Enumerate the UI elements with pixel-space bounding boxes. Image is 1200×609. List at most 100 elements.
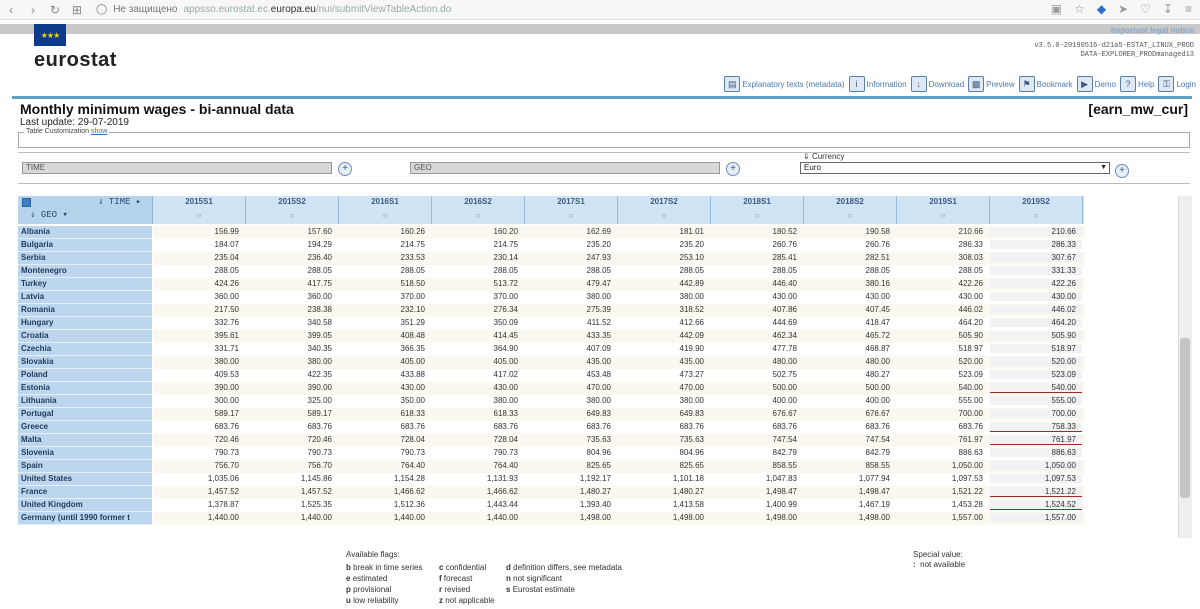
toolbar-preview-button[interactable]: ▩ Preview [968,76,1015,92]
row-label[interactable]: Slovenia [18,447,152,460]
sort-icon[interactable]: ○ [711,211,803,220]
table-cell: 380.00 [679,396,704,405]
heart-icon[interactable]: ♡ [1140,2,1151,16]
sort-icon[interactable]: ○ [525,211,617,220]
row-label[interactable]: Montenegro [18,265,152,278]
row-label[interactable]: United Kingdom [18,499,152,512]
geo-add-button[interactable]: + [726,162,740,176]
camera-icon[interactable]: ▣ [1051,2,1062,16]
column-header[interactable]: 2015S2 [246,197,338,206]
version-info: v3.5.0-20190516-d21a5-ESTAT_LINUX_PROD D… [1034,42,1194,59]
currency-add-button[interactable]: + [1115,164,1129,178]
table-cell: 676.67 [865,409,890,418]
table-cell: 433.88 [400,370,425,379]
table-cell: 1,440.00 [300,513,332,522]
toolbar-download-button[interactable]: ↓ Download [910,76,964,92]
column-header[interactable]: 2016S1 [339,197,431,206]
eurostat-logo[interactable]: eurostat [34,49,117,72]
row-label[interactable]: Spain [18,460,152,473]
row-label[interactable]: Croatia [18,330,152,343]
column-header[interactable]: 2017S1 [525,197,617,206]
row-label[interactable]: Latvia [18,291,152,304]
table-cell: 380.16 [865,279,890,288]
row-label[interactable]: Slovakia [18,356,152,369]
table-cell: 307.67 [990,253,1082,262]
toolbar-information-button[interactable]: i Information [848,76,907,92]
table-cell: 1,498.00 [579,513,611,522]
sort-icon[interactable]: ○ [897,211,989,220]
row-label[interactable]: Germany (until 1990 former t [18,512,152,525]
row-label[interactable]: Lithuania [18,395,152,408]
toolbar-help-button[interactable]: ? Help [1119,76,1154,92]
geo-axis-label[interactable]: ⇓ GEO ▾ [30,210,68,220]
table-cell: 238.38 [307,305,332,314]
sort-icon[interactable]: ○ [432,211,524,220]
download-arrow-icon[interactable]: ↧ [1163,2,1173,16]
row-label[interactable]: Bulgaria [18,239,152,252]
column-header[interactable]: 2019S2 [990,197,1082,206]
table-cell: 790.73 [214,448,239,457]
row-label[interactable]: Greece [18,421,152,434]
table-cell: 235.20 [679,240,704,249]
time-add-button[interactable]: + [338,162,352,176]
table-cell: 649.83 [586,409,611,418]
row-label[interactable]: United States [18,473,152,486]
toolbar-login-button[interactable]: ⚿ Login [1158,76,1196,92]
row-label[interactable]: Turkey [18,278,152,291]
sort-icon[interactable]: ○ [339,211,431,220]
shield-icon[interactable]: ◆ [1097,2,1106,16]
toolbar-metadata-button[interactable]: ▤ Explanatory texts (metadata) [724,76,845,92]
table-cell: 462.34 [772,331,797,340]
table-cell: 1,050.00 [951,461,983,470]
row-label[interactable]: Malta [18,434,152,447]
geo-dimension-box[interactable]: GEO [410,162,720,174]
row-label[interactable]: Estonia [18,382,152,395]
reload-icon[interactable]: ↻ [44,3,66,17]
sort-icon[interactable]: ○ [618,211,710,220]
send-icon[interactable]: ➤ [1118,2,1128,16]
show-customization-link[interactable]: show [91,128,107,135]
column-header[interactable]: 2015S1 [153,197,245,206]
column-header[interactable]: 2018S1 [711,197,803,206]
currency-select[interactable]: Euro ▼ [800,162,1110,174]
legal-notice-link[interactable]: Important legal notice [1111,26,1194,35]
table-cell: 1,498.47 [765,487,797,496]
sort-icon[interactable]: ○ [153,211,245,220]
table-cell: 286.33 [990,240,1082,249]
column-header[interactable]: 2019S1 [897,197,989,206]
back-icon[interactable]: ‹ [0,3,22,17]
row-label[interactable]: Serbia [18,252,152,265]
forward-icon[interactable]: › [22,3,44,17]
menu-icon[interactable]: ≡ [1185,2,1192,16]
url-text[interactable]: appsso.eurostat.ec.europa.eu/nui/submitV… [184,4,452,15]
sort-icon[interactable]: ○ [990,211,1082,220]
sort-icon[interactable]: ○ [246,211,338,220]
time-axis-label[interactable]: ⇓ TIME ▸ [98,197,141,207]
column-header[interactable]: 2016S2 [432,197,524,206]
table-cell: 505.90 [958,331,983,340]
row-label[interactable]: Hungary [18,317,152,330]
column-header[interactable]: 2018S2 [804,197,896,206]
star-icon[interactable]: ☆ [1074,2,1085,16]
toolbar-demo-button[interactable]: ▶ Demo [1076,76,1116,92]
scrollbar-thumb[interactable] [1180,338,1190,498]
table-cell: 1,101.18 [672,474,704,483]
sort-icon[interactable]: ○ [804,211,896,220]
toolbar-bookmark-button[interactable]: ⚑ Bookmark [1018,76,1073,92]
row-label[interactable]: Albania [18,226,152,239]
table-cell: 288.05 [493,266,518,275]
table-cell: 1,393.40 [579,500,611,509]
row-label[interactable]: Poland [18,369,152,382]
flags-title: Available flags: [346,550,400,559]
table-cell: 366.35 [400,344,425,353]
address-bar[interactable]: ◯ Не защищено appsso.eurostat.ec.europa.… [96,4,451,15]
row-label[interactable]: Portugal [18,408,152,421]
row-label[interactable]: France [18,486,152,499]
table-cell: 380.00 [679,292,704,301]
row-label[interactable]: Czechia [18,343,152,356]
time-dimension-box[interactable]: TIME [22,162,332,174]
apps-grid-icon[interactable]: ⊞ [66,3,88,17]
column-header[interactable]: 2017S2 [618,197,710,206]
table-options-icon[interactable] [22,198,31,207]
row-label[interactable]: Romania [18,304,152,317]
